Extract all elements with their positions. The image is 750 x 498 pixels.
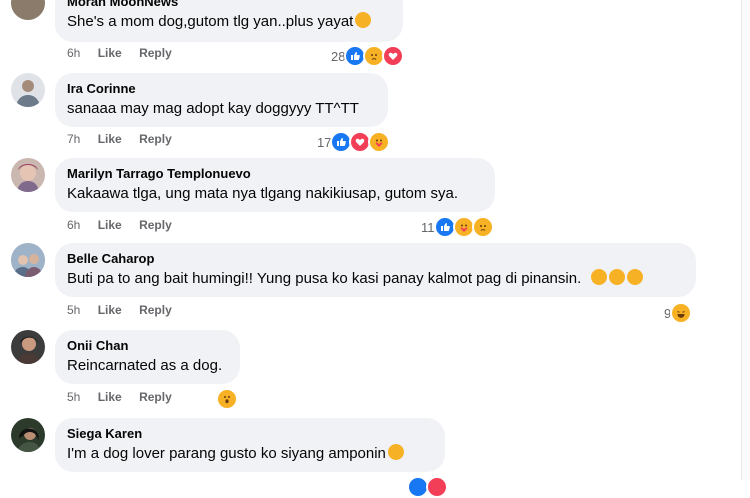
comment-actions: 6h Like Reply (67, 218, 186, 232)
reaction-count: 17 (317, 134, 332, 150)
reaction-summary[interactable]: 28 (331, 45, 405, 67)
laughing-emoji-icon (591, 269, 608, 285)
crying-emoji-icon (627, 269, 644, 285)
reaction-summary[interactable]: 17 (317, 131, 391, 153)
comment-actions: 5h Like Reply (67, 303, 186, 317)
comment-bubble: Siega Karen I'm a dog lover parang gusto… (55, 418, 445, 472)
reaction-count: 28 (331, 48, 346, 64)
comment-text: Kakaawa tlga, ung mata nya tlgang nakiki… (67, 185, 459, 202)
wow-icon (216, 388, 238, 410)
avatar[interactable] (11, 330, 45, 364)
reply-button[interactable]: Reply (139, 303, 172, 317)
love-icon (426, 476, 448, 498)
haha-icon (670, 302, 693, 324)
like-button[interactable]: Like (98, 218, 122, 232)
reaction-count: 11 (421, 219, 435, 235)
comment-bubble: Morah MoonNews She's a mom dog,gutom tlg… (55, 0, 403, 42)
like-button[interactable]: Like (98, 132, 122, 146)
like-button[interactable]: Like (98, 303, 122, 317)
reaction-summary[interactable] (216, 388, 238, 410)
comment-text: She's a mom dog,gutom tlg yan..plus yaya… (67, 12, 391, 32)
comment-bubble: Ira Corinne sanaaa may mag adopt kay dog… (55, 73, 388, 127)
comment-bubble: Marilyn Tarrago Templonuevo Kakaawa tlga… (55, 158, 495, 212)
comment-time[interactable]: 5h (67, 390, 80, 404)
comment-author[interactable]: Morah MoonNews (67, 0, 391, 10)
comment-actions: 5h Like Reply (67, 390, 186, 404)
comment-author[interactable]: Belle Caharop (67, 251, 684, 267)
care-icon (368, 131, 391, 153)
avatar[interactable] (11, 243, 45, 277)
comment-actions: 6h Like Reply (67, 46, 186, 60)
like-button[interactable]: Like (98, 46, 122, 60)
comment-time[interactable]: 6h (67, 218, 80, 232)
laughing-emoji-icon (609, 269, 626, 285)
comment-time[interactable]: 5h (67, 303, 80, 317)
reaction-summary[interactable] (407, 476, 448, 498)
reply-button[interactable]: Reply (139, 390, 172, 404)
comment-author[interactable]: Ira Corinne (67, 81, 376, 97)
sad-icon (471, 216, 494, 238)
comment-text: Buti pa to ang bait humingi!! Yung pusa … (67, 269, 684, 289)
comment-actions: 7h Like Reply (67, 132, 186, 146)
like-button[interactable]: Like (98, 390, 122, 404)
comment-author[interactable]: Siega Karen (67, 426, 433, 442)
comment-bubble: Belle Caharop Buti pa to ang bait huming… (55, 243, 696, 297)
scrollbar[interactable] (741, 0, 750, 480)
avatar[interactable] (11, 73, 45, 107)
reply-button[interactable]: Reply (139, 218, 172, 232)
comment-author[interactable]: Marilyn Tarrago Templonuevo (67, 166, 483, 182)
reaction-summary[interactable]: 9 (664, 302, 693, 324)
comment-time[interactable]: 7h (67, 132, 80, 146)
comment-text: Reincarnated as a dog. (67, 357, 223, 374)
comment-time[interactable]: 6h (67, 46, 80, 60)
comment-author[interactable]: Onii Chan (67, 338, 228, 354)
avatar[interactable] (11, 158, 45, 192)
love-icon (382, 45, 405, 67)
reply-button[interactable]: Reply (139, 46, 172, 60)
pleading-emoji-icon (387, 444, 404, 460)
comment-bubble: Onii Chan Reincarnated as a dog. (55, 330, 240, 384)
comment-text: sanaaa may mag adopt kay doggyyy TT^TT (67, 100, 359, 117)
avatar[interactable] (11, 0, 45, 20)
cat-emoji-icon (355, 12, 372, 28)
comment-text: I'm a dog lover parang gusto ko siyang a… (67, 444, 433, 464)
reply-button[interactable]: Reply (139, 132, 172, 146)
reaction-summary[interactable]: 11 (421, 216, 494, 238)
avatar[interactable] (11, 418, 45, 452)
